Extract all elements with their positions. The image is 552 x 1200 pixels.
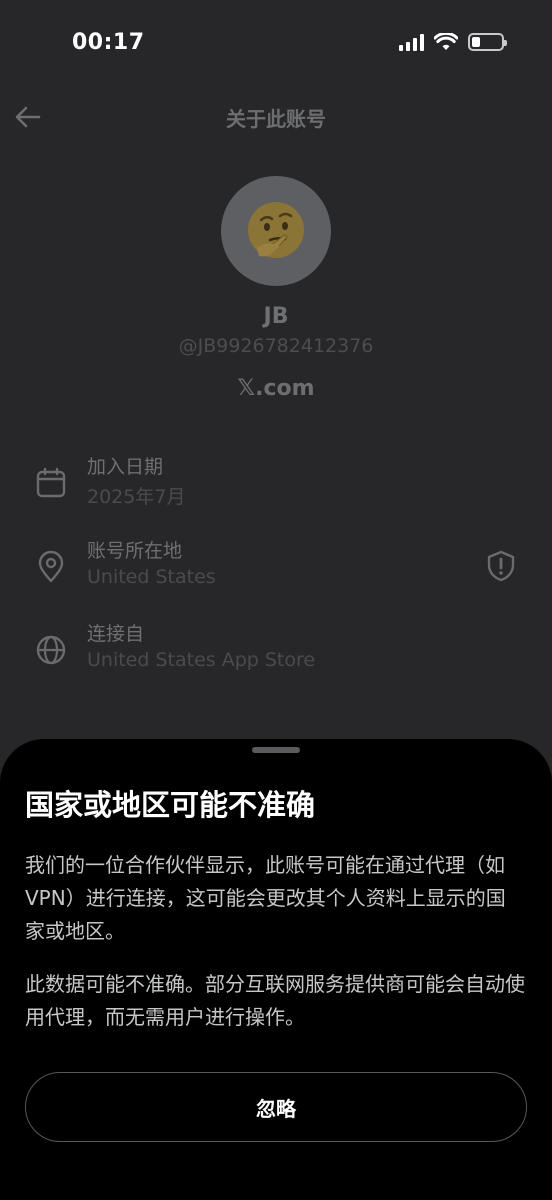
account-source: 𝕏.com <box>237 376 315 401</box>
sheet-paragraph: 我们的一位合作伙伴显示，此账号可能在通过代理（如 VPN）进行连接，这可能会更改… <box>25 853 506 943</box>
info-label: 连接自 <box>87 623 145 645</box>
status-bar: 00:17 <box>0 0 552 90</box>
thinking-face-emoji-icon <box>248 202 304 258</box>
page-title: 关于此账号 <box>226 107 326 131</box>
user-handle: @JB9926782412376 <box>178 335 374 357</box>
dismiss-button[interactable]: 忽略 <box>25 1072 527 1142</box>
shield-alert-icon[interactable] <box>486 550 516 582</box>
info-value: 2025年7月 <box>87 486 186 508</box>
info-row-join-date: 加入日期 2025年7月 <box>0 452 552 522</box>
bottom-sheet: 国家或地区可能不准确 我们的一位合作伙伴显示，此账号可能在通过代理（如 VPN）… <box>0 739 552 1200</box>
header: 关于此账号 <box>0 95 552 139</box>
battery-level <box>472 37 481 47</box>
sheet-grabber[interactable] <box>252 747 300 753</box>
calendar-icon <box>36 467 66 498</box>
info-row-account-location: 账号所在地 United States <box>0 536 552 606</box>
status-icons <box>399 33 507 51</box>
cellular-signal-icon <box>399 33 424 51</box>
globe-icon <box>36 635 66 665</box>
location-pin-icon <box>38 550 64 583</box>
info-label: 账号所在地 <box>87 540 183 562</box>
status-time: 00:17 <box>72 30 145 55</box>
sheet-paragraph: 此数据可能不准确。部分互联网服务提供商可能会自动使用代理，而无需用户进行操作。 <box>25 972 525 1029</box>
wifi-icon <box>434 33 458 50</box>
display-name: JB <box>263 304 289 329</box>
sheet-title: 国家或地区可能不准确 <box>25 788 316 822</box>
info-row-connected-via: 连接自 United States App Store <box>0 619 552 689</box>
avatar[interactable] <box>221 176 331 286</box>
info-value: United States <box>87 566 216 588</box>
battery-icon <box>468 33 507 51</box>
info-label: 加入日期 <box>87 456 164 478</box>
info-value: United States App Store <box>87 649 316 671</box>
about-account-screen: 00:17 关于此账号 JB @JB9926782412376 𝕏.com 加入… <box>0 0 552 1200</box>
